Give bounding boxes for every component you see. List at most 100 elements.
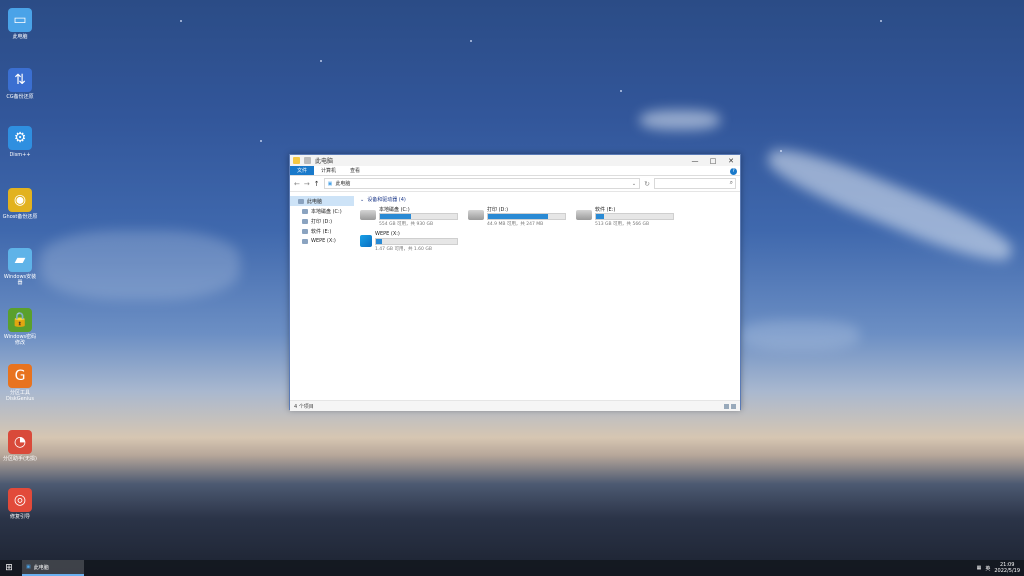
gears-icon: ⚙ [8, 126, 32, 150]
drive-icon [302, 208, 308, 214]
status-text: 4 个项目 [294, 403, 314, 410]
drive-size: 554 GB 可用，共 930 GB [379, 222, 434, 227]
computer-icon [298, 198, 304, 204]
window-title: 此电脑 [315, 158, 334, 165]
navigation-bar: ← → ↑ ▣ 此电脑 ⌄ ↻ ⌕ [290, 176, 740, 192]
refresh-icon[interactable]: ↻ [644, 180, 650, 188]
sidebar-item[interactable]: 软件 (E:) [290, 226, 354, 236]
sidebar-item[interactable]: 打印 (D:) [290, 216, 354, 226]
close-button[interactable]: ✕ [722, 157, 740, 165]
start-button[interactable]: ⊞ [0, 560, 18, 576]
drive-tile[interactable]: WEPE (X:) 1.47 GB 可用，共 1.60 GB [360, 231, 458, 252]
chevron-down-icon: ⌄ [360, 196, 365, 203]
diskgenius-icon: G [8, 364, 32, 388]
maximize-button[interactable]: □ [704, 157, 722, 165]
taskbar-item-explorer[interactable]: ▣ 此电脑 [22, 560, 84, 576]
drive-tile[interactable]: 打印 (D:) 44.9 MB 可用，共 247 MB [468, 206, 566, 227]
drive-name: 软件 (E:) [595, 207, 616, 213]
drive-icon [302, 218, 308, 224]
drive-icon [302, 238, 308, 244]
sidebar-item[interactable]: 此电脑 [290, 196, 354, 206]
sidebar-item-label: 打印 (D:) [311, 218, 333, 225]
sidebar-item-label: 此电脑 [307, 198, 323, 205]
group-header[interactable]: ⌄ 设备和驱动器 (4) [360, 196, 740, 204]
computer-icon: ▣ [26, 564, 31, 570]
minimize-button[interactable]: — [686, 157, 704, 165]
drives-list: 本地磁盘 (C:) 554 GB 可用，共 930 GB 打印 (D:) 44.9 M… [360, 206, 740, 252]
desktop-icon[interactable]: ⚙ Dism++ [2, 126, 38, 158]
back-icon[interactable]: ← [294, 180, 300, 188]
desktop-icon[interactable]: ▰ Windows安装器 [2, 248, 38, 286]
desktop-icon-label: 此电脑 [12, 34, 28, 40]
lifebuoy-icon: ◎ [8, 488, 32, 512]
file-explorer-window: 此电脑 — □ ✕ 文件 计算机 查看 ? ← → ↑ ▣ 此电脑 ⌄ ↻ ⌕ … [289, 154, 741, 411]
drive-name: 本地磁盘 (C:) [379, 207, 410, 213]
navigation-pane: 此电脑 本地磁盘 (C:) 打印 (D:) 软件 (E:) WEPE (X:) [290, 192, 354, 400]
drive-icon [468, 210, 484, 220]
computer-icon: ▭ [8, 8, 32, 32]
drive-icon [576, 210, 592, 220]
chevron-down-icon[interactable]: ⌄ [632, 181, 636, 187]
address-bar[interactable]: ▣ 此电脑 ⌄ [323, 178, 641, 189]
date: 2022/5/19 [994, 568, 1020, 574]
desktop-icon[interactable]: ⇅ CG备份还原 [2, 68, 38, 100]
drive-usage-bar [595, 213, 674, 220]
installer-icon: ▰ [8, 248, 32, 272]
desktop-icon[interactable]: 🔒 Windows密码修改 [2, 308, 38, 346]
tab-computer[interactable]: 计算机 [314, 166, 343, 175]
desktop-icon-label: CG备份还原 [6, 94, 34, 100]
drive-name: 打印 (D:) [487, 207, 509, 213]
desktop-icon[interactable]: ◎ 修复引导 [2, 488, 38, 520]
desktop-icon[interactable]: ◉ Ghost备份还原 [2, 188, 38, 220]
tab-file[interactable]: 文件 [290, 166, 315, 175]
search-input[interactable]: ⌕ [654, 178, 736, 189]
desktop-icon-label: 分区工具DiskGenius [5, 390, 35, 402]
ribbon-tabs: 文件 计算机 查看 ? [290, 166, 740, 176]
desktop-icon-label: 分区助手(无损) [3, 456, 37, 462]
address-text: 此电脑 [335, 181, 351, 187]
desktop-icon[interactable]: ◔ 分区助手(无损) [2, 430, 38, 462]
input-language[interactable]: 英 [985, 565, 990, 572]
desktop-icon[interactable]: G 分区工具DiskGenius [2, 364, 38, 402]
system-tray: ▦ 英 21:09 2022/5/19 [977, 562, 1024, 574]
desktop-icon-label: Windows安装器 [3, 274, 37, 286]
sidebar-item[interactable]: 本地磁盘 (C:) [290, 206, 354, 216]
computer-icon: ▣ [327, 180, 333, 187]
quick-access-icon[interactable] [304, 157, 311, 164]
sidebar-item-label: 软件 (E:) [311, 228, 332, 235]
desktop-icon-label: 修复引导 [9, 514, 30, 520]
drive-name: WEPE (X:) [375, 231, 400, 237]
drive-size: 1.47 GB 可用，共 1.60 GB [375, 247, 432, 252]
title-bar: 此电脑 — □ ✕ [290, 155, 740, 166]
status-bar: 4 个项目 [290, 400, 740, 411]
network-icon[interactable]: ▦ [977, 565, 982, 571]
taskbar: ⊞ ▣ 此电脑 ▦ 英 21:09 2022/5/19 [0, 560, 1024, 576]
drive-size: 44.9 MB 可用，共 247 MB [487, 222, 544, 227]
sidebar-item[interactable]: WEPE (X:) [290, 236, 354, 246]
drive-usage-bar [379, 213, 458, 220]
folder-icon [293, 157, 300, 164]
drive-size: 513 GB 可用，共 566 GB [595, 222, 650, 227]
drive-tile[interactable]: 本地磁盘 (C:) 554 GB 可用，共 930 GB [360, 206, 458, 227]
lock-icon: 🔒 [8, 308, 32, 332]
partition-icon: ◔ [8, 430, 32, 454]
desktop-icon-label: Windows密码修改 [3, 334, 37, 346]
up-icon[interactable]: ↑ [314, 180, 320, 188]
drive-icon [302, 228, 308, 234]
desktop-icon-label: Dism++ [9, 152, 31, 158]
details-view-icon[interactable] [724, 403, 729, 409]
clock[interactable]: 21:09 2022/5/19 [994, 562, 1020, 574]
content-pane: ⌄ 设备和驱动器 (4) 本地磁盘 (C:) 554 GB 可用，共 930 GB… [354, 192, 740, 400]
sidebar-item-label: WEPE (X:) [311, 238, 336, 244]
drive-tile[interactable]: 软件 (E:) 513 GB 可用，共 566 GB [576, 206, 674, 227]
drive-usage-bar [375, 238, 458, 245]
forward-icon[interactable]: → [304, 180, 310, 188]
windows-drive-icon [360, 235, 372, 247]
drive-icon [360, 210, 376, 220]
large-icons-view-icon[interactable] [731, 403, 736, 409]
search-icon: ⌕ [729, 179, 733, 186]
help-icon[interactable]: ? [730, 168, 737, 175]
tab-view[interactable]: 查看 [343, 166, 367, 175]
desktop-icon[interactable]: ▭ 此电脑 [2, 8, 38, 40]
ghost-icon: ◉ [8, 188, 32, 212]
